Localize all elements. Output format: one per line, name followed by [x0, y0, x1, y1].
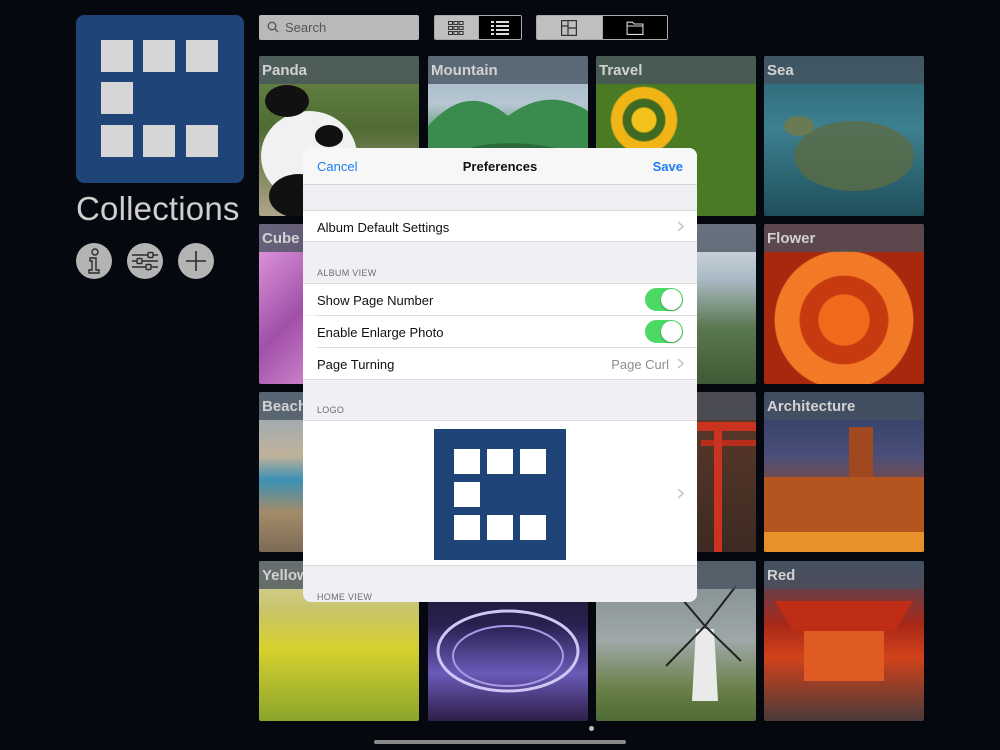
- album-default-settings-row[interactable]: Album Default Settings: [303, 210, 697, 242]
- app-window: Collections Search Panda Mountain Travel…: [0, 0, 1000, 750]
- grid-icon: [448, 20, 464, 35]
- page-turning-value: Page Curl: [611, 357, 669, 372]
- page-turning-row[interactable]: Page Turning Page Curl: [303, 348, 697, 380]
- grid-view-button[interactable]: [435, 16, 479, 39]
- enable-enlarge-photo-label: Enable Enlarge Photo: [317, 325, 444, 340]
- chevron-right-icon: [677, 358, 684, 369]
- preferences-modal: Cancel Preferences Save Album Default Se…: [303, 148, 697, 602]
- album-default-settings-label: Album Default Settings: [317, 220, 450, 235]
- album-tile-architecture[interactable]: Architecture: [764, 392, 924, 552]
- chevron-right-icon: [677, 488, 684, 499]
- show-page-number-row: Show Page Number: [303, 283, 697, 315]
- layout-button[interactable]: [537, 16, 603, 39]
- search-input[interactable]: [285, 18, 413, 37]
- album-title: Architecture: [767, 398, 856, 415]
- folder-icon: [626, 21, 644, 35]
- show-page-number-label: Show Page Number: [317, 293, 434, 308]
- album-title: Beach: [262, 398, 308, 415]
- modal-title: Preferences: [462, 159, 538, 174]
- section-header-home-view: HOME VIEW: [317, 592, 373, 602]
- folder-button[interactable]: [602, 16, 667, 39]
- layout-mode-control: [536, 15, 668, 40]
- logo-image: [434, 429, 566, 560]
- album-title: Cube: [262, 230, 300, 247]
- settings-button[interactable]: [127, 243, 163, 279]
- list-icon: [490, 20, 509, 35]
- chevron-right-icon: [677, 221, 684, 232]
- save-button[interactable]: Save: [653, 159, 683, 174]
- home-indicator[interactable]: [374, 740, 626, 744]
- collections-title: Collections: [76, 190, 240, 227]
- logo-row[interactable]: [303, 420, 697, 566]
- section-header-album-view: ALBUM VIEW: [317, 268, 377, 278]
- album-tile-flower[interactable]: Flower: [764, 224, 924, 384]
- album-title: Red: [767, 567, 796, 584]
- album-tile-sea[interactable]: Sea: [764, 56, 924, 216]
- show-page-number-toggle[interactable]: [645, 288, 683, 311]
- album-tile-red[interactable]: Red: [764, 561, 924, 721]
- album-title: Travel: [599, 62, 643, 79]
- album-title: Mountain: [431, 62, 498, 79]
- plus-icon: [179, 244, 213, 278]
- section-header-logo: LOGO: [317, 405, 345, 415]
- page-turning-label: Page Turning: [317, 357, 395, 372]
- page-indicator-dot: [589, 726, 594, 731]
- sliders-icon: [128, 244, 162, 278]
- info-icon: [77, 244, 111, 278]
- modal-header: Cancel Preferences Save: [303, 148, 697, 185]
- list-view-button[interactable]: [478, 16, 521, 39]
- info-button[interactable]: [76, 243, 112, 279]
- layout-icon: [561, 19, 578, 36]
- enable-enlarge-photo-row: Enable Enlarge Photo: [303, 316, 697, 348]
- album-title: Sea: [767, 62, 794, 79]
- album-title: Panda: [262, 62, 308, 79]
- search-icon: [267, 21, 279, 33]
- view-mode-control: [434, 15, 522, 40]
- album-title: Yellow: [262, 567, 309, 584]
- enable-enlarge-photo-toggle[interactable]: [645, 320, 683, 343]
- collections-logo[interactable]: [76, 15, 244, 183]
- search-box[interactable]: [259, 15, 419, 40]
- add-button[interactable]: [178, 243, 214, 279]
- album-title: Flower: [767, 230, 816, 247]
